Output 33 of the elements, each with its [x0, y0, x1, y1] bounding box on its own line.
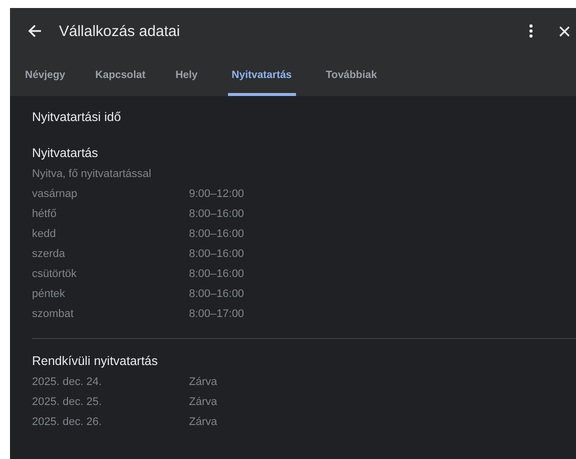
day-label: hétfő [32, 208, 58, 222]
hours-text: Zárva [189, 376, 218, 390]
day-label: kedd [32, 228, 57, 242]
day-label: csütörtök [32, 268, 78, 282]
hours-text: Zárva [189, 396, 218, 410]
close-icon[interactable] [559, 26, 570, 36]
day-label: szombat [32, 308, 75, 322]
tab[interactable]: Hely [175, 54, 198, 96]
tab[interactable]: Névjegy [25, 54, 66, 96]
status-text: Nyitva, fő nyitvatartással [32, 168, 152, 182]
day-label: vasárnap [32, 188, 78, 202]
group-title: Rendkívüli nyitvatartás [32, 354, 159, 368]
hours-text: 8:00–16:00 [189, 268, 244, 282]
hours-text: 8:00–16:00 [189, 288, 244, 302]
hours-text: 8:00–16:00 [189, 248, 244, 262]
date-label: 2025. dec. 25. [32, 396, 103, 410]
hours-text: 8:00–16:00 [189, 228, 244, 242]
hours-text: 9:00–12:00 [189, 188, 244, 202]
tab[interactable]: Nyitvatartás [228, 54, 296, 96]
hours-text: 8:00–16:00 [189, 208, 244, 222]
tab[interactable]: Továbbiak [326, 54, 377, 96]
back-icon[interactable] [28, 24, 42, 38]
hours-text: Zárva [189, 416, 218, 430]
more-options-icon[interactable] [529, 24, 533, 38]
day-label: péntek [32, 288, 66, 302]
group-title: Nyitvatartás [32, 146, 99, 160]
tab[interactable]: Kapcsolat [95, 54, 146, 96]
hours-text: 8:00–17:00 [189, 308, 244, 322]
window-title: Vállalkozás adatai [59, 22, 181, 40]
section-title: Nyitvatartási idő [32, 110, 122, 124]
date-label: 2025. dec. 26. [32, 416, 103, 430]
day-label: szerda [32, 248, 66, 262]
date-label: 2025. dec. 24. [32, 376, 103, 390]
